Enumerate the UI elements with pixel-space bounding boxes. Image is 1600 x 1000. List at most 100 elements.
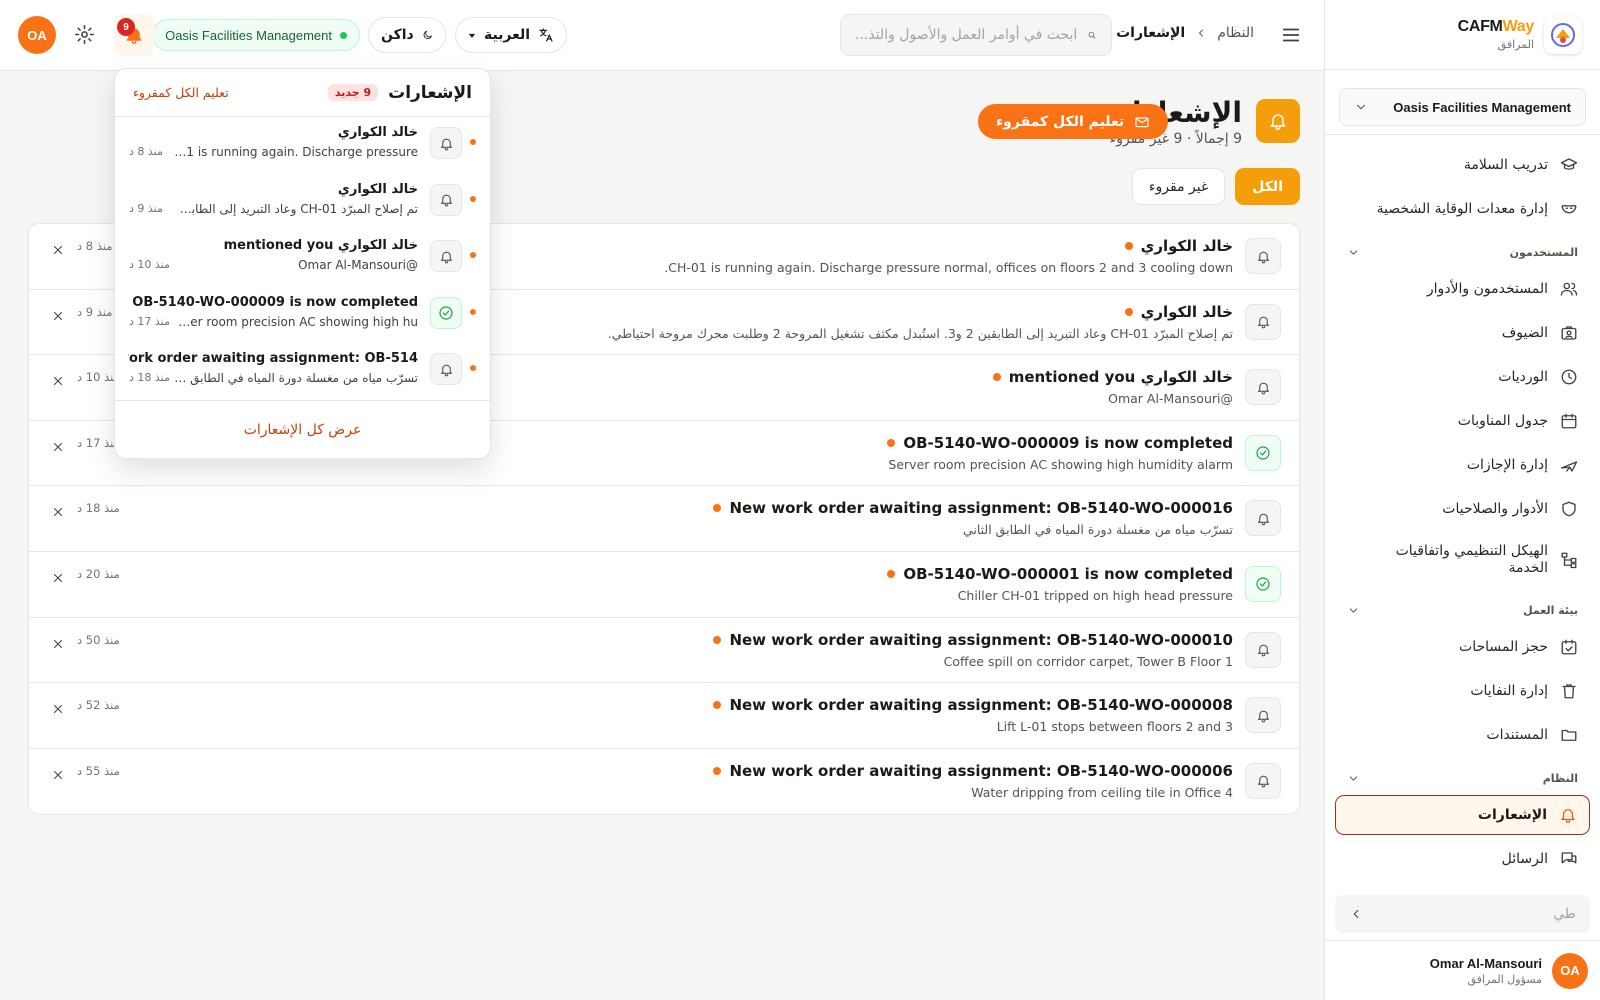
dismiss-button[interactable] bbox=[51, 374, 65, 388]
dismiss-button[interactable] bbox=[51, 243, 65, 257]
close-icon bbox=[53, 705, 63, 714]
theme-toggle[interactable]: داكن bbox=[368, 17, 446, 53]
dropdown-title: الإشعارات bbox=[388, 82, 472, 103]
sidebar-collapse-button[interactable]: طي bbox=[1335, 895, 1590, 933]
dropdown-item[interactable]: خالد الكواري تم إصلاح المبرّد CH-01 وعاد … bbox=[115, 174, 490, 231]
sidebar-section-system[interactable]: النظام bbox=[1325, 763, 1600, 793]
dropdown-mark-all-link[interactable]: تعليم الكل كمقروء bbox=[133, 85, 229, 100]
chevron-left-icon bbox=[1353, 909, 1359, 919]
dropdown-item[interactable]: خالد الكواري mentioned you @Omar Al-Manso… bbox=[115, 230, 490, 287]
bell-icon bbox=[1245, 631, 1281, 668]
notification-row[interactable]: New work order awaiting assignment: OB-5… bbox=[29, 683, 1299, 749]
search-icon bbox=[1088, 31, 1096, 39]
dismiss-button[interactable] bbox=[51, 768, 65, 782]
close-icon bbox=[53, 245, 63, 255]
notifications-dropdown: الإشعارات 9 جديد تعليم الكل كمقروء خالد … bbox=[114, 68, 491, 459]
dismiss-button[interactable] bbox=[51, 571, 65, 585]
notification-time: منذ 55 د bbox=[77, 763, 120, 778]
top-header: النظام الإشعارات ابحث في أوامر العمل وال… bbox=[0, 0, 1324, 71]
shield-icon bbox=[1562, 501, 1576, 517]
language-select[interactable]: العربية bbox=[455, 17, 567, 53]
menu-button[interactable] bbox=[1280, 24, 1302, 46]
sidebar-item-waste[interactable]: إدارة النفايات bbox=[1325, 669, 1600, 713]
sidebar-item-label: جدول المناوبات bbox=[1457, 413, 1548, 429]
check-circle-icon bbox=[430, 296, 462, 329]
view-all-link[interactable]: عرض كل الإشعارات bbox=[115, 400, 490, 458]
dismiss-button[interactable] bbox=[51, 702, 65, 716]
dismiss-button[interactable] bbox=[51, 505, 65, 519]
sidebar-section-users[interactable]: المستخدمون bbox=[1325, 237, 1600, 267]
dropdown-item[interactable]: خالد الكواري CH-01 is running again. Disc… bbox=[115, 117, 490, 174]
user-menu-button[interactable]: OA bbox=[18, 16, 56, 54]
mark-all-read-button[interactable]: تعليم الكل كمقروء bbox=[978, 104, 1169, 139]
sidebar-item-users-roles[interactable]: المستخدمون والأدوار bbox=[1325, 267, 1600, 311]
dropdown-item-time: منذ 10 د bbox=[129, 258, 170, 272]
unread-dot-icon bbox=[1124, 242, 1133, 250]
sidebar-item-messages[interactable]: الرسائل bbox=[1325, 837, 1600, 881]
notification-title-wrap: New work order awaiting assignment: OB-5… bbox=[713, 499, 1233, 517]
sidebar-item-space-booking[interactable]: حجز المساحات bbox=[1325, 625, 1600, 669]
dropdown-item-desc: Server room precision AC showing high hu… bbox=[174, 314, 418, 329]
filter-unread[interactable]: غير مقروء bbox=[1131, 168, 1226, 205]
bell-icon bbox=[1245, 238, 1281, 274]
unread-dot-icon bbox=[992, 373, 1001, 382]
dismiss-button[interactable] bbox=[51, 309, 65, 323]
sidebar-item-documents[interactable]: المستندات bbox=[1325, 713, 1600, 757]
search-placeholder: ابحث في أوامر العمل والأصول والتذ... bbox=[855, 27, 1078, 43]
dropdown-item[interactable]: OB-5140-WO-000009 is now completed Server… bbox=[115, 287, 490, 344]
breadcrumb-parent[interactable]: النظام bbox=[1217, 25, 1254, 41]
dismiss-button[interactable] bbox=[51, 637, 65, 651]
sidebar-item-org-sla[interactable]: الهيكل التنظيمي واتفاقيات الخدمة bbox=[1325, 531, 1600, 589]
notification-row[interactable]: New work order awaiting assignment: OB-5… bbox=[29, 749, 1299, 815]
brand-subtitle: المرافق bbox=[1497, 37, 1534, 51]
bell-icon bbox=[1245, 369, 1281, 406]
collapse-label: طي bbox=[1553, 906, 1576, 922]
sidebar-item-shifts[interactable]: الورديات bbox=[1325, 355, 1600, 399]
notification-row[interactable]: OB-5140-WO-000001 is now completed Chille… bbox=[29, 552, 1299, 618]
notification-title-wrap: New work order awaiting assignment: OB-5… bbox=[713, 696, 1233, 714]
sidebar-user[interactable]: OA Omar Al-Mansouri مسؤول المرافق bbox=[1325, 940, 1600, 1000]
dropdown-header: الإشعارات 9 جديد تعليم الكل كمقروء bbox=[115, 69, 490, 117]
sidebar-item-ppe[interactable]: إدارة معدات الوقاية الشخصية bbox=[1325, 187, 1600, 231]
close-icon bbox=[53, 377, 63, 386]
dismiss-button[interactable] bbox=[51, 440, 65, 454]
notification-row[interactable]: New work order awaiting assignment: OB-5… bbox=[29, 618, 1299, 684]
new-count-badge: 9 جديد bbox=[327, 84, 379, 101]
notification-desc: @Omar Al-Mansouri bbox=[1108, 391, 1233, 407]
search-input[interactable]: ابحث في أوامر العمل والأصول والتذ... bbox=[840, 14, 1112, 56]
check-circle-icon bbox=[1245, 565, 1281, 602]
bell-icon bbox=[430, 127, 462, 159]
unread-dot-icon bbox=[887, 569, 896, 578]
settings-button[interactable] bbox=[74, 24, 95, 45]
sidebar-item-safety-training[interactable]: تدريب السلامة bbox=[1325, 143, 1600, 187]
org-select[interactable]: Oasis Facilities Management bbox=[1339, 88, 1586, 126]
dropdown-item[interactable]: New work order awaiting assignment: OB-5… bbox=[115, 343, 490, 400]
calendar-icon bbox=[1561, 413, 1577, 429]
notification-title-wrap: New work order awaiting assignment: OB-5… bbox=[713, 762, 1233, 780]
sidebar-item-permissions[interactable]: الأدوار والصلاحيات bbox=[1325, 487, 1600, 531]
sidebar-item-leave[interactable]: إدارة الإجازات bbox=[1325, 443, 1600, 487]
notifications-button[interactable]: 9 bbox=[114, 14, 154, 56]
notification-count-badge: 9 bbox=[117, 18, 135, 36]
gear-icon bbox=[74, 24, 95, 45]
notification-desc: Chiller CH-01 tripped on high head press… bbox=[957, 587, 1233, 603]
check-circle-icon bbox=[1245, 434, 1281, 471]
dropdown-list: خالد الكواري CH-01 is running again. Disc… bbox=[115, 117, 490, 400]
sidebar-item-rota[interactable]: جدول المناوبات bbox=[1325, 399, 1600, 443]
sidebar-item-label: المستخدمون والأدوار bbox=[1426, 281, 1548, 297]
notification-title: New work order awaiting assignment: OB-5… bbox=[729, 761, 1233, 780]
section-title: المستخدمون bbox=[1509, 245, 1578, 259]
bell-icon bbox=[1561, 809, 1575, 824]
section-title: النظام bbox=[1542, 771, 1578, 785]
notification-desc: تم إصلاح المبرّد CH-01 وعاد التبريد إلى … bbox=[607, 325, 1233, 341]
notification-row[interactable]: New work order awaiting assignment: OB-5… bbox=[29, 486, 1299, 552]
avatar: OA bbox=[18, 16, 56, 54]
notification-title-wrap: خالد الكواري bbox=[1124, 303, 1233, 321]
sidebar-section-workplace[interactable]: بيئة العمل bbox=[1325, 595, 1600, 625]
notification-desc: تسرّب مياه من مغسلة دورة المياه في الطاب… bbox=[962, 522, 1233, 538]
sidebar-item-notifications[interactable]: الإشعارات bbox=[1335, 795, 1590, 835]
bell-icon bbox=[430, 183, 462, 216]
breadcrumb-current: الإشعارات bbox=[1116, 25, 1186, 41]
sidebar-item-guests[interactable]: الضيوف bbox=[1325, 311, 1600, 355]
filter-all[interactable]: الكل bbox=[1235, 168, 1300, 205]
